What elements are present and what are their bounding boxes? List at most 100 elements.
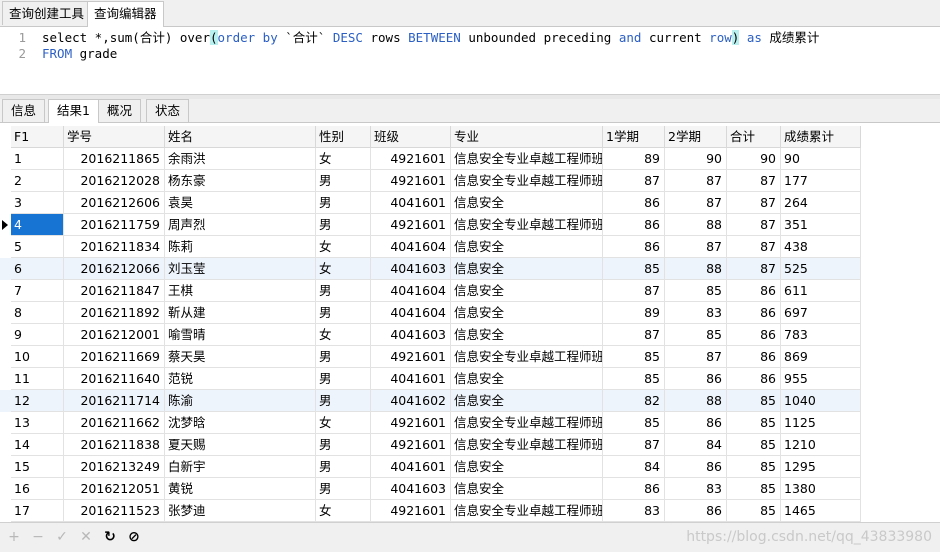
cell-col-term2[interactable]: 85 bbox=[665, 324, 727, 346]
cell-col-term1[interactable]: 87 bbox=[603, 280, 665, 302]
cross-icon[interactable]: ✕ bbox=[77, 528, 95, 546]
cell-col-gender[interactable]: 男 bbox=[316, 434, 371, 456]
table-row[interactable]: 8 2016211892 靳从建男 4041604 信息安全 89 83 86 697 bbox=[0, 302, 861, 324]
minus-icon[interactable]: − bbox=[29, 528, 47, 546]
cell-col-total[interactable]: 85 bbox=[727, 500, 781, 522]
cell-col-term2[interactable]: 86 bbox=[665, 368, 727, 390]
cell-col-f1[interactable]: 4 bbox=[11, 214, 64, 236]
cell-col-name[interactable]: 陈渝 bbox=[165, 390, 316, 412]
column-header-col-class[interactable]: 班级 bbox=[371, 126, 451, 148]
cell-col-term2[interactable]: 87 bbox=[665, 236, 727, 258]
table-row[interactable]: 14 2016211838 夏天赐男 4921601 信息安全专业卓越工程师班 87 84 8… bbox=[0, 434, 861, 456]
cell-col-term1[interactable]: 86 bbox=[603, 478, 665, 500]
cell-col-cumulative[interactable]: 1210 bbox=[781, 434, 861, 456]
cell-col-total[interactable]: 85 bbox=[727, 456, 781, 478]
cell-col-term1[interactable]: 84 bbox=[603, 456, 665, 478]
cell-col-major[interactable]: 信息安全 bbox=[451, 478, 603, 500]
cell-col-cumulative[interactable]: 1125 bbox=[781, 412, 861, 434]
cell-col-term1[interactable]: 83 bbox=[603, 500, 665, 522]
cell-col-student-id[interactable]: 2016211759 bbox=[64, 214, 165, 236]
column-header-col-f1[interactable]: F1 bbox=[11, 126, 64, 148]
cell-col-total[interactable]: 86 bbox=[727, 346, 781, 368]
cell-col-gender[interactable]: 女 bbox=[316, 258, 371, 280]
table-row[interactable]: 1 2016211865 余雨洪女 4921601 信息安全专业卓越工程师班 89 90 90… bbox=[0, 148, 861, 170]
tab-result1[interactable]: 结果1 bbox=[48, 99, 99, 123]
cell-col-major[interactable]: 信息安全 bbox=[451, 390, 603, 412]
cell-col-name[interactable]: 喻雪晴 bbox=[165, 324, 316, 346]
table-row[interactable]: 11 2016211640 范锐男 4041601 信息安全 85 86 86 955 bbox=[0, 368, 861, 390]
cell-col-name[interactable]: 沈梦晗 bbox=[165, 412, 316, 434]
cell-col-student-id[interactable]: 2016211834 bbox=[64, 236, 165, 258]
cell-col-class[interactable]: 4921601 bbox=[371, 170, 451, 192]
cell-col-major[interactable]: 信息安全专业卓越工程师班 bbox=[451, 346, 603, 368]
cell-col-class[interactable]: 4041601 bbox=[371, 192, 451, 214]
cell-col-term2[interactable]: 85 bbox=[665, 280, 727, 302]
cell-col-f1[interactable]: 7 bbox=[11, 280, 64, 302]
cell-col-gender[interactable]: 男 bbox=[316, 478, 371, 500]
cell-col-major[interactable]: 信息安全 bbox=[451, 324, 603, 346]
tab-query-builder[interactable]: 查询创建工具 bbox=[2, 1, 92, 25]
cell-col-cumulative[interactable]: 611 bbox=[781, 280, 861, 302]
column-header-col-term1[interactable]: 1学期 bbox=[603, 126, 665, 148]
cell-col-cumulative[interactable]: 955 bbox=[781, 368, 861, 390]
cell-col-term1[interactable]: 86 bbox=[603, 214, 665, 236]
cell-col-term2[interactable]: 88 bbox=[665, 390, 727, 412]
cell-col-name[interactable]: 靳从建 bbox=[165, 302, 316, 324]
cell-col-name[interactable]: 袁昊 bbox=[165, 192, 316, 214]
cell-col-name[interactable]: 陈莉 bbox=[165, 236, 316, 258]
cell-col-cumulative[interactable]: 1380 bbox=[781, 478, 861, 500]
cell-col-term2[interactable]: 84 bbox=[665, 434, 727, 456]
cell-col-cumulative[interactable]: 90 bbox=[781, 148, 861, 170]
cell-col-term1[interactable]: 86 bbox=[603, 236, 665, 258]
cell-col-cumulative[interactable]: 351 bbox=[781, 214, 861, 236]
cell-col-total[interactable]: 90 bbox=[727, 148, 781, 170]
cell-col-major[interactable]: 信息安全 bbox=[451, 280, 603, 302]
tab-info[interactable]: 信息 bbox=[2, 99, 46, 122]
cell-col-major[interactable]: 信息安全专业卓越工程师班 bbox=[451, 148, 603, 170]
cell-col-gender[interactable]: 男 bbox=[316, 346, 371, 368]
cell-col-total[interactable]: 86 bbox=[727, 324, 781, 346]
table-row[interactable]: 15 2016213249 白新宇男 4041601 信息安全 84 86 85 1295 bbox=[0, 456, 861, 478]
cell-col-class[interactable]: 4921601 bbox=[371, 148, 451, 170]
column-header-col-cumulative[interactable]: 成绩累计 bbox=[781, 126, 861, 148]
cell-col-term2[interactable]: 87 bbox=[665, 192, 727, 214]
cell-col-total[interactable]: 87 bbox=[727, 258, 781, 280]
cell-col-name[interactable]: 余雨洪 bbox=[165, 148, 316, 170]
cell-col-cumulative[interactable]: 264 bbox=[781, 192, 861, 214]
cell-col-student-id[interactable]: 2016212001 bbox=[64, 324, 165, 346]
stop-icon[interactable]: ⊘ bbox=[125, 528, 143, 546]
cell-col-student-id[interactable]: 2016211847 bbox=[64, 280, 165, 302]
column-header-col-name[interactable]: 姓名 bbox=[165, 126, 316, 148]
cell-col-f1[interactable]: 3 bbox=[11, 192, 64, 214]
cell-col-student-id[interactable]: 2016211892 bbox=[64, 302, 165, 324]
cell-col-name[interactable]: 周声烈 bbox=[165, 214, 316, 236]
cell-col-f1[interactable]: 2 bbox=[11, 170, 64, 192]
cell-col-student-id[interactable]: 2016211838 bbox=[64, 434, 165, 456]
cell-col-gender[interactable]: 男 bbox=[316, 170, 371, 192]
cell-col-gender[interactable]: 男 bbox=[316, 390, 371, 412]
cell-col-class[interactable]: 4041604 bbox=[371, 302, 451, 324]
cell-col-term2[interactable]: 90 bbox=[665, 148, 727, 170]
tab-query-editor[interactable]: 查询编辑器 bbox=[87, 1, 164, 27]
column-header-col-major[interactable]: 专业 bbox=[451, 126, 603, 148]
cell-col-class[interactable]: 4041602 bbox=[371, 390, 451, 412]
table-row[interactable]: 2 2016212028 杨东豪男 4921601 信息安全专业卓越工程师班 87 87 87… bbox=[0, 170, 861, 192]
table-row[interactable]: 4 2016211759 周声烈男 4921601 信息安全专业卓越工程师班 86 88 87… bbox=[0, 214, 861, 236]
cell-col-major[interactable]: 信息安全专业卓越工程师班 bbox=[451, 434, 603, 456]
cell-col-term1[interactable]: 85 bbox=[603, 346, 665, 368]
table-row[interactable]: 17 2016211523 张梦迪女 4921601 信息安全专业卓越工程师班 83 86 8… bbox=[0, 500, 861, 522]
cell-col-cumulative[interactable]: 177 bbox=[781, 170, 861, 192]
cell-col-student-id[interactable]: 2016212051 bbox=[64, 478, 165, 500]
cell-col-class[interactable]: 4041601 bbox=[371, 368, 451, 390]
cell-col-cumulative[interactable]: 438 bbox=[781, 236, 861, 258]
tab-profile[interactable]: 概况 bbox=[98, 99, 142, 122]
cell-col-term1[interactable]: 87 bbox=[603, 434, 665, 456]
cell-col-total[interactable]: 85 bbox=[727, 390, 781, 412]
table-row[interactable]: 16 2016212051 黄锐男 4041603 信息安全 86 83 85 1380 bbox=[0, 478, 861, 500]
cell-col-name[interactable]: 夏天赐 bbox=[165, 434, 316, 456]
cell-col-gender[interactable]: 男 bbox=[316, 302, 371, 324]
cell-col-total[interactable]: 86 bbox=[727, 302, 781, 324]
cell-col-total[interactable]: 86 bbox=[727, 280, 781, 302]
cell-col-gender[interactable]: 女 bbox=[316, 324, 371, 346]
cell-col-name[interactable]: 王棋 bbox=[165, 280, 316, 302]
